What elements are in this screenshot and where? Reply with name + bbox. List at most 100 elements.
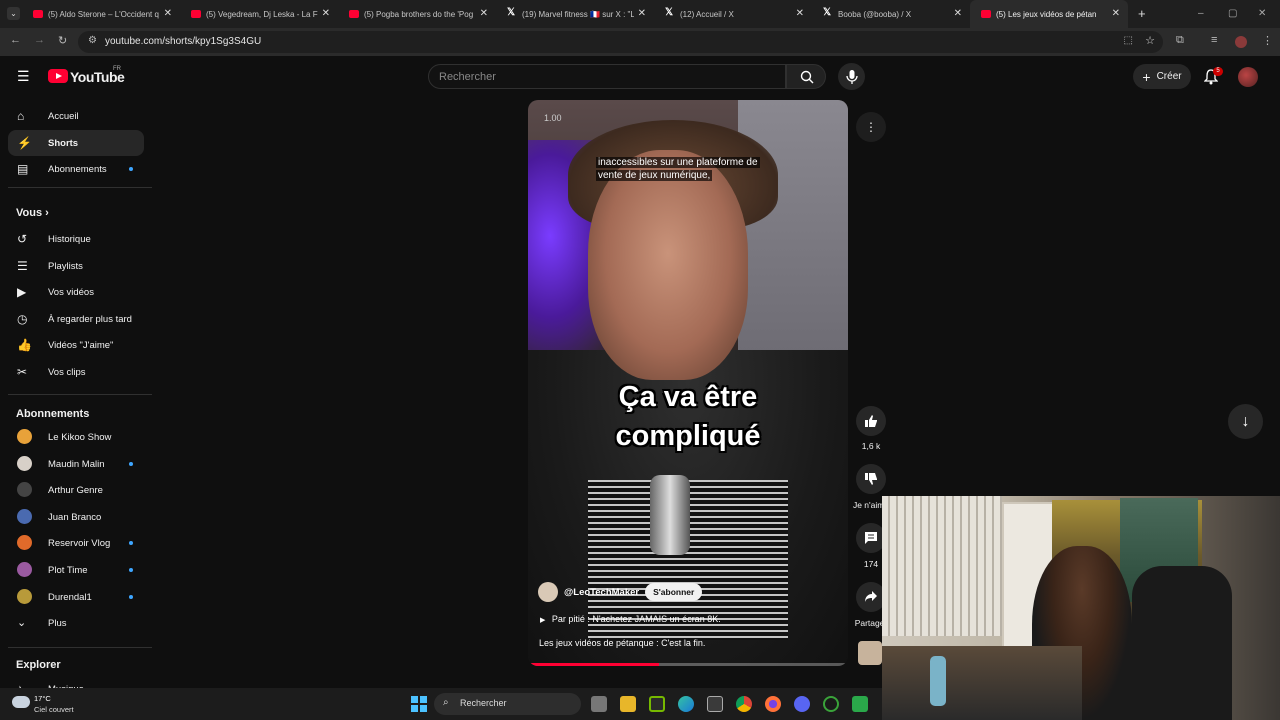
home-icon: ⌂: [17, 109, 25, 123]
tab-close-icon[interactable]: ✕: [796, 8, 804, 19]
tab-close-icon[interactable]: ✕: [638, 8, 646, 19]
mic-icon: [846, 70, 858, 84]
browser-tab[interactable]: (5) Vegedream, Dj Leska - La Fu ✕: [180, 0, 338, 28]
sidebar-item-label: Reservoir Vlog: [48, 538, 111, 550]
browser-tab[interactable]: (5) Les jeux vidéos de pétan ✕: [970, 0, 1128, 28]
sidebar-divider: [8, 187, 152, 188]
sidebar-item-reservoir-vlog[interactable]: Reservoir Vlog: [8, 530, 144, 556]
video-subject-face: [588, 150, 748, 380]
address-bar[interactable]: ⚙ youtube.com/shorts/kpy1Sg3S4GU ⬚ ☆: [78, 31, 1163, 53]
country-code: FR: [113, 66, 121, 72]
back-icon[interactable]: ←: [10, 34, 21, 46]
tab-close-icon[interactable]: ✕: [1112, 8, 1120, 19]
browser-tab[interactable]: (5) Pogba brothers do the 'Pog ✕: [338, 0, 496, 28]
dislike-button[interactable]: [856, 464, 886, 494]
x-favicon-icon: 𝕏: [665, 7, 674, 18]
weather-cloud-icon[interactable]: [12, 696, 30, 708]
thumb-up-icon: [865, 415, 877, 427]
search-input[interactable]: [429, 65, 759, 88]
tab-close-icon[interactable]: ✕: [480, 8, 488, 19]
more-options-button[interactable]: ⋮: [856, 112, 886, 142]
weather-temperature[interactable]: 17°C: [34, 694, 51, 703]
tab-list-chevron-icon[interactable]: ⌄: [7, 7, 20, 20]
youtube-favicon-icon: [981, 10, 991, 18]
channel-avatar[interactable]: [538, 582, 558, 602]
minimize-icon[interactable]: –: [1198, 8, 1204, 19]
weather-description[interactable]: Ciel couvert: [34, 705, 74, 714]
next-short-button[interactable]: ↓: [1228, 404, 1263, 439]
window-close-icon[interactable]: ✕: [1258, 8, 1266, 19]
sidebar-heading-you-label: Vous: [16, 207, 43, 219]
tab-title: (5) Vegedream, Dj Leska - La Fu: [206, 9, 318, 19]
browser-tab[interactable]: 𝕏 (12) Accueil / X ✕: [654, 0, 812, 28]
windows-start-icon[interactable]: [411, 696, 427, 712]
firefox-icon[interactable]: [765, 696, 781, 712]
like-button[interactable]: [856, 406, 886, 436]
account-avatar[interactable]: [1238, 67, 1258, 87]
taskbar-search[interactable]: ⌕ Rechercher: [434, 693, 581, 715]
sidebar-item-accueil[interactable]: ⌂ Accueil: [8, 103, 144, 129]
overlay-line: compliqué: [615, 420, 761, 452]
tab-title: (5) Pogba brothers do the 'Pog: [364, 9, 474, 19]
progress-bar[interactable]: [528, 663, 848, 666]
sidebar-item-durendal1[interactable]: Durendal1: [8, 584, 144, 610]
browser-tab[interactable]: 𝕏 Booba (@booba) / X ✕: [812, 0, 970, 28]
maximize-icon[interactable]: ▢: [1228, 8, 1237, 19]
search-button[interactable]: [786, 64, 826, 89]
channel-name[interactable]: @LeoTechMaker: [564, 587, 639, 598]
edge-icon[interactable]: [678, 696, 694, 712]
site-info-icon[interactable]: ⚙: [88, 35, 97, 46]
profile-icon[interactable]: [1235, 36, 1247, 48]
sidebar-item-plot-time[interactable]: Plot Time: [8, 557, 144, 583]
file-explorer-icon[interactable]: [620, 696, 636, 712]
playback-rate-label: 1.00: [544, 113, 562, 123]
sidebar-heading-you[interactable]: Vous ›: [16, 207, 49, 219]
hamburger-menu-icon[interactable]: ☰: [17, 68, 30, 85]
sidebar-item-shorts[interactable]: ⚡ Shorts: [8, 129, 144, 156]
sidebar-item-abonnements[interactable]: ▤ Abonnements: [8, 156, 144, 182]
install-icon[interactable]: ⬚: [1124, 35, 1133, 46]
xbox-icon[interactable]: [823, 696, 839, 712]
sidebar-item-vos-clips[interactable]: ✂ Vos clips: [8, 359, 144, 385]
sidebar-item-more[interactable]: ⌄ Plus: [8, 610, 144, 636]
search-box: [428, 64, 786, 89]
sidebar-item-playlists[interactable]: ☰ Playlists: [8, 253, 144, 279]
sidebar-item-le-kikoo-show[interactable]: Le Kikoo Show: [8, 424, 144, 450]
tab-close-icon[interactable]: ✕: [322, 8, 330, 19]
youtube-logo-icon[interactable]: [48, 69, 68, 83]
voice-search-button[interactable]: [838, 63, 865, 90]
sidebar-item-juan-branco[interactable]: Juan Branco: [8, 504, 144, 530]
browser-tab[interactable]: (5) Aldo Sterone – L'Occident q ✕: [22, 0, 180, 28]
nvidia-icon[interactable]: [649, 696, 665, 712]
reload-icon[interactable]: ↻: [58, 34, 67, 47]
tab-close-icon[interactable]: ✕: [954, 8, 962, 19]
sidebar-divider: [8, 647, 152, 648]
new-tab-icon[interactable]: +: [1138, 6, 1146, 21]
media-controls-icon[interactable]: ≡: [1211, 34, 1217, 46]
discord-icon[interactable]: [794, 696, 810, 712]
sidebar-item-music[interactable]: ♪Musique: [8, 676, 144, 688]
task-view-icon[interactable]: [591, 696, 607, 712]
browser-menu-icon[interactable]: ⋮: [1262, 34, 1273, 47]
audio-track-thumbnail[interactable]: [858, 641, 882, 665]
extensions-icon[interactable]: ⧉: [1176, 34, 1184, 47]
store-icon[interactable]: [707, 696, 723, 712]
sidebar-item-historique[interactable]: ↺ Historique: [8, 226, 144, 252]
short-video-player[interactable]: 1.00 inaccessibles sur une plateforme de…: [528, 100, 848, 666]
sidebar-item-vid-os-j-aime[interactable]: 👍 Vidéos "J'aime": [8, 332, 144, 358]
browser-tab[interactable]: 𝕏 (19) Marvel fitness 🇫🇷 sur X : "L ✕: [496, 0, 654, 28]
sidebar-item-label: Abonnements: [48, 164, 107, 175]
bookmark-star-icon[interactable]: ☆: [1145, 34, 1155, 47]
subscribe-button[interactable]: S'abonner: [645, 583, 703, 601]
app-icon[interactable]: [852, 696, 868, 712]
chrome-icon[interactable]: [736, 696, 752, 712]
description-row[interactable]: ▶ Par pitié : N'achetez JAMAIS un écran …: [540, 614, 721, 624]
sidebar-item-vos-vid-os[interactable]: ▶ Vos vidéos: [8, 279, 144, 305]
forward-icon[interactable]: →: [34, 34, 45, 46]
sidebar-item-arthur-genre[interactable]: Arthur Genre: [8, 477, 144, 503]
channel-avatar: [17, 455, 32, 471]
create-button[interactable]: + Créer: [1133, 64, 1191, 89]
tab-close-icon[interactable]: ✕: [164, 8, 172, 19]
sidebar-item-maudin-malin[interactable]: Maudin Malin: [8, 451, 144, 477]
sidebar-item-regarder-plus-tard[interactable]: ◷ À regarder plus tard: [8, 306, 144, 332]
